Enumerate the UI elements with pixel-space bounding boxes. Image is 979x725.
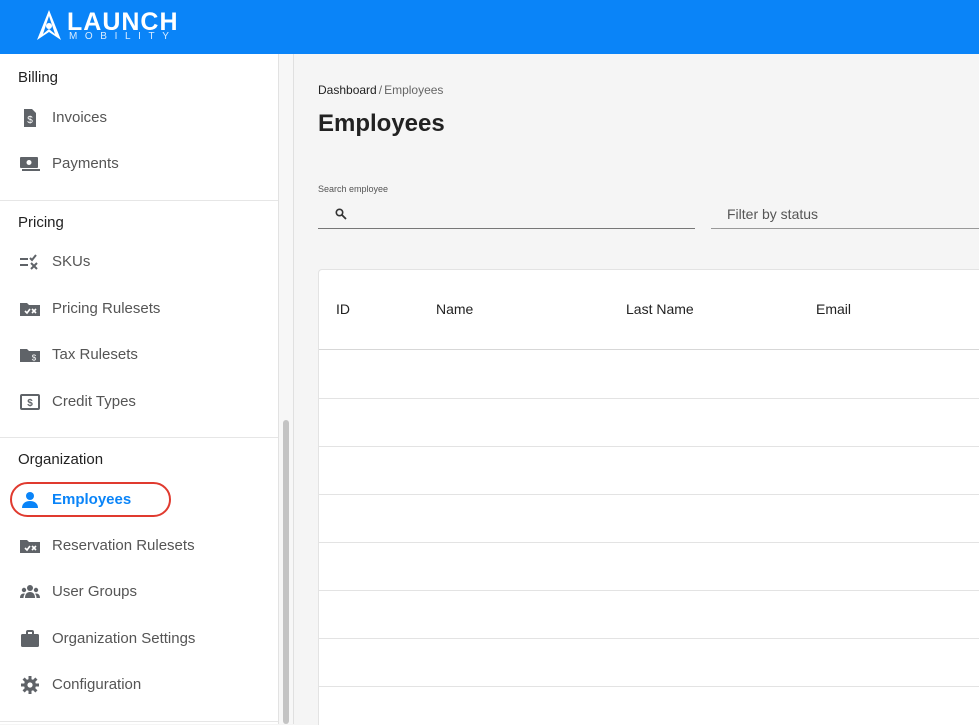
breadcrumb-dashboard-link[interactable]: Dashboard	[318, 83, 377, 97]
table-row	[319, 590, 979, 639]
section-divider	[0, 721, 278, 722]
column-header-email[interactable]: Email	[816, 301, 851, 317]
sidebar-item-payments[interactable]: Payments	[0, 144, 278, 184]
svg-text:$: $	[27, 398, 33, 409]
sidebar-item-label: Configuration	[52, 676, 142, 693]
launch-mobility-logo[interactable]: LAUNCH MOBILITY	[33, 6, 193, 46]
sidebar-item-label: Tax Rulesets	[52, 346, 138, 363]
sidebar-item-label: User Groups	[52, 583, 138, 600]
table-header: ID Name Last Name Email	[319, 270, 979, 350]
sidebar-item-configuration[interactable]: Configuration	[0, 665, 278, 705]
top-bar: LAUNCH MOBILITY	[0, 0, 979, 54]
sku-list-icon	[20, 254, 38, 270]
table-row	[319, 446, 979, 495]
sidebar-item-tax-rulesets[interactable]: $ Tax Rulesets	[0, 335, 278, 375]
table-row	[319, 638, 979, 687]
sidebar-item-credit-types[interactable]: $ Credit Types	[0, 382, 278, 422]
invoice-icon: $	[24, 109, 36, 127]
ruleset-folder-icon	[20, 303, 40, 316]
section-divider	[0, 200, 278, 201]
ruleset-folder-icon	[20, 540, 40, 553]
table-row	[319, 542, 979, 591]
filter-placeholder: Filter by status	[727, 206, 819, 222]
svg-text:$: $	[27, 115, 33, 126]
page-title: Employees	[318, 110, 445, 137]
sidebar-item-user-groups[interactable]: User Groups	[0, 572, 278, 612]
logo-subtitle: MOBILITY	[69, 31, 177, 42]
briefcase-icon	[21, 630, 39, 647]
section-divider	[0, 437, 278, 438]
sidebar: Billing $ Invoices Payments Pricing SKUs	[0, 54, 279, 724]
sidebar-item-pricing-rulesets[interactable]: Pricing Rulesets	[0, 289, 278, 329]
search-icon	[335, 208, 347, 220]
search-label: Search employee	[318, 184, 389, 194]
sidebar-item-skus[interactable]: SKUs	[0, 242, 278, 282]
breadcrumb: Dashboard / Employees	[318, 83, 443, 97]
employees-highlight-annotation	[10, 482, 171, 517]
breadcrumb-current: Employees	[384, 83, 444, 97]
sidebar-item-label: Credit Types	[52, 393, 136, 410]
gear-icon	[21, 676, 39, 694]
section-title-pricing: Pricing	[18, 214, 64, 231]
search-employee-field[interactable]: Search employee	[318, 184, 695, 229]
sidebar-item-label: SKUs	[52, 253, 91, 270]
search-input[interactable]	[352, 203, 686, 225]
sidebar-item-organization-settings[interactable]: Organization Settings	[0, 619, 278, 659]
tax-folder-icon: $	[20, 349, 40, 363]
column-header-last-name[interactable]: Last Name	[626, 301, 694, 317]
section-title-billing: Billing	[18, 69, 59, 86]
table-row	[319, 494, 979, 543]
credit-icon: $	[20, 394, 40, 410]
rocket-logo-icon	[37, 10, 61, 40]
sidebar-item-reservation-rulesets[interactable]: Reservation Rulesets	[0, 526, 278, 566]
sidebar-item-label: Reservation Rulesets	[52, 537, 195, 554]
employees-table: ID Name Last Name Email	[318, 269, 979, 725]
group-icon	[20, 585, 40, 598]
sidebar-item-label: Pricing Rulesets	[52, 300, 161, 317]
column-header-name[interactable]: Name	[436, 301, 473, 317]
status-filter-select[interactable]: Filter by status	[711, 198, 979, 229]
svg-text:$: $	[32, 354, 37, 363]
column-header-id[interactable]: ID	[336, 301, 350, 317]
breadcrumb-separator: /	[378, 83, 383, 97]
sidebar-item-label: Payments	[52, 155, 119, 172]
sidebar-item-invoices[interactable]: $ Invoices	[0, 98, 278, 138]
table-row	[319, 350, 979, 399]
table-row	[319, 398, 979, 447]
main-content: Dashboard / Employees Employees Search emp…	[294, 54, 979, 725]
payments-icon	[20, 157, 40, 171]
sidebar-item-label: Organization Settings	[52, 630, 196, 647]
sidebar-item-label: Invoices	[52, 109, 108, 126]
section-title-organization: Organization	[18, 451, 104, 468]
sidebar-scrollbar-thumb[interactable]	[283, 420, 289, 724]
